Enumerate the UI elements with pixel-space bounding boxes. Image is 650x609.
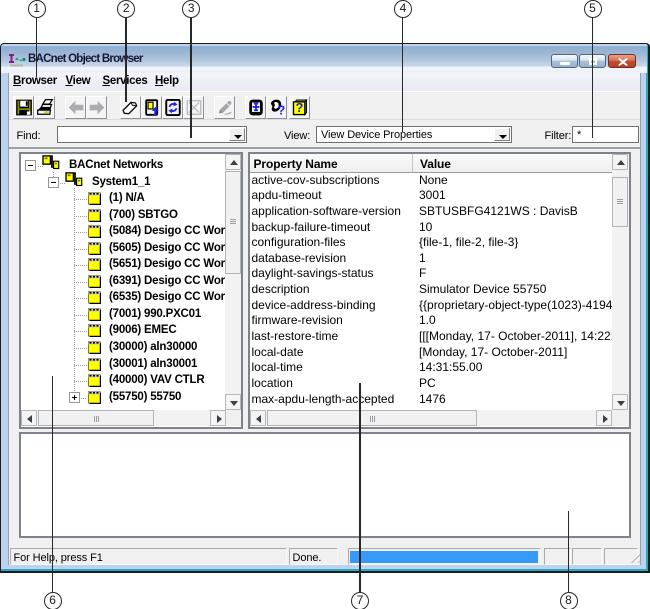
- svg-text:?: ?: [295, 100, 303, 115]
- svg-text:?: ?: [277, 103, 285, 116]
